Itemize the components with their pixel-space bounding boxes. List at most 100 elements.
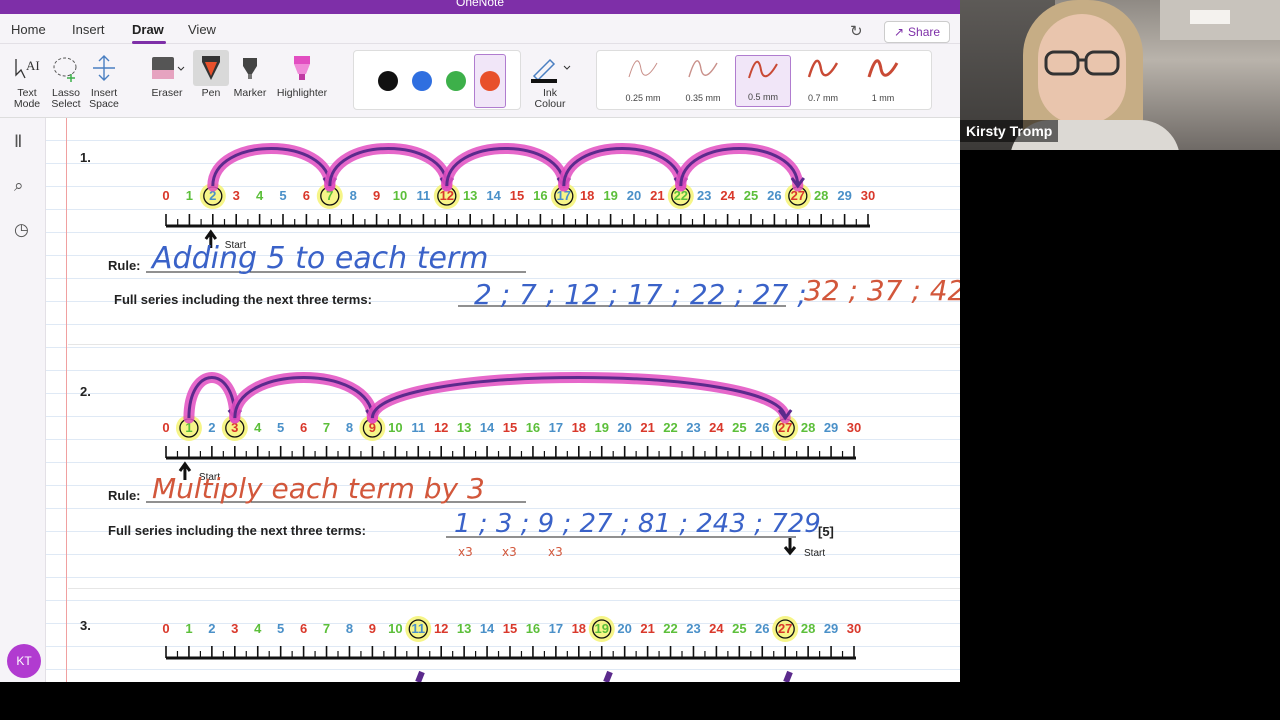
thickness-1[interactable]: 1 mm xyxy=(855,55,911,107)
multiplier-annotation: x3 xyxy=(458,545,473,559)
thickness-05[interactable]: 0.5 mm xyxy=(735,55,791,107)
svg-text:AI: AI xyxy=(26,58,40,73)
number-line-label: 19 xyxy=(603,188,617,203)
number-line-label: 28 xyxy=(801,420,815,435)
number-line-label: 10 xyxy=(393,188,407,203)
lasso-select-button[interactable]: Lasso Select xyxy=(47,50,85,110)
number-line-label: 20 xyxy=(627,188,641,203)
number-line-label: 24 xyxy=(720,188,735,203)
number-line-label: 23 xyxy=(686,621,700,636)
eraser-button[interactable]: Eraser xyxy=(144,50,190,99)
jump-arc-highlight xyxy=(675,143,804,192)
avatar-initials: KT xyxy=(16,654,32,668)
color-palette xyxy=(353,50,521,110)
number-line-label: 0 xyxy=(162,188,169,203)
insert-space-button[interactable]: Insert Space xyxy=(85,50,123,110)
jump-arc-highlight xyxy=(229,372,378,424)
pen-icon xyxy=(193,50,229,86)
number-line-label: 12 xyxy=(434,420,448,435)
note-page-canvas[interactable]: 1. 0 1 2 3 4 5 6 7 8 9 10 11 12 13 14 15 16 17 18 19 20 21 22 23… xyxy=(46,118,960,682)
number-line-label: 15 xyxy=(510,188,524,203)
number-line-label: 16 xyxy=(526,420,540,435)
number-line-label: 8 xyxy=(346,420,353,435)
thickness-035[interactable]: 0.35 mm xyxy=(675,55,731,107)
avatar[interactable]: KT xyxy=(7,644,41,678)
menu-draw[interactable]: Draw xyxy=(132,22,164,37)
highlighter-button[interactable]: Highlighter xyxy=(273,50,331,99)
number-line-label: 10 xyxy=(388,420,402,435)
color-green[interactable] xyxy=(446,71,466,91)
menu-insert[interactable]: Insert xyxy=(72,22,105,37)
number-line-label: 16 xyxy=(526,621,540,636)
number-line-label: 5 xyxy=(279,188,286,203)
color-orange[interactable] xyxy=(480,71,500,91)
number-line-label: 22 xyxy=(663,420,677,435)
menu-home[interactable]: Home xyxy=(11,22,46,37)
menu-view[interactable]: View xyxy=(188,22,216,37)
number-line-label: 18 xyxy=(572,420,586,435)
number-line-label: 14 xyxy=(486,188,501,203)
number-line-label: 4 xyxy=(256,188,264,203)
thickness-07[interactable]: 0.7 mm xyxy=(795,55,851,107)
number-line-label: 24 xyxy=(709,420,724,435)
number-line-label: 11 xyxy=(417,188,431,203)
stroke-preview-icon xyxy=(688,60,718,78)
number-line-label: 17 xyxy=(549,420,563,435)
eraser-label: Eraser xyxy=(151,87,183,99)
color-black[interactable] xyxy=(378,71,398,91)
number-line-label: 14 xyxy=(480,420,495,435)
series-label: Full series including the next three ter… xyxy=(108,523,366,538)
color-blue[interactable] xyxy=(412,71,432,91)
participant-glasses xyxy=(1044,50,1120,76)
number-line-label: 29 xyxy=(837,188,851,203)
number-line-label: 15 xyxy=(503,621,517,636)
thickness-025[interactable]: 0.25 mm xyxy=(615,55,671,107)
thickness-label: 1 mm xyxy=(871,93,895,103)
number-line-label: 9 xyxy=(373,188,380,203)
number-line-label: 21 xyxy=(650,188,664,203)
search-icon[interactable]: ⌕ xyxy=(14,176,24,196)
thickness-palette: 0.25 mm 0.35 mm 0.5 mm 0.7 mm 1 mm xyxy=(596,50,932,110)
number-line-label: 30 xyxy=(847,420,861,435)
question-number: 3. xyxy=(80,618,91,633)
worksheet-drawing: 1.0 1 2 3 4 5 6 7 8 9 10 11 12 13 14 15 16 17 18 19 20 21 22 23… xyxy=(80,143,960,682)
thickness-label: 0.5 mm xyxy=(747,92,778,102)
notebooks-icon[interactable]: Ⅱ xyxy=(14,132,22,152)
number-line-label: 26 xyxy=(767,188,781,203)
number-line-label: 29 xyxy=(824,621,838,636)
number-line-label: 5 xyxy=(277,420,284,435)
insert-space-label-2: Space xyxy=(89,98,119,110)
stroke-preview-icon xyxy=(748,60,778,79)
text-mode-button[interactable]: AI Text Mode xyxy=(8,50,46,110)
video-ceiling-light xyxy=(1190,10,1230,24)
lasso-label-2: Select xyxy=(51,98,81,110)
number-line-label: 2 xyxy=(208,420,215,435)
share-button[interactable]: ↗ Share xyxy=(884,21,950,43)
number-line-label: 12 xyxy=(434,621,448,636)
number-line-label: 5 xyxy=(277,621,284,636)
multiplier-annotation: x3 xyxy=(548,545,563,559)
jump-arc-fragment xyxy=(603,670,613,682)
number-line-label: 28 xyxy=(801,621,815,636)
participant-name: Kirsty Tromp xyxy=(960,120,1059,142)
marker-button[interactable]: Marker xyxy=(232,50,268,99)
recent-clock-icon[interactable]: ◷ xyxy=(14,220,29,240)
thickness-label: 0.35 mm xyxy=(685,93,721,103)
number-line-label: 2 xyxy=(208,621,215,636)
number-line-label: 30 xyxy=(861,188,875,203)
number-line-label: 18 xyxy=(572,621,586,636)
sync-icon[interactable]: ↻ xyxy=(850,22,863,40)
number-line-label: 7 xyxy=(323,420,330,435)
highlighter-label: Highlighter xyxy=(276,87,328,99)
ink-colour-icon xyxy=(527,50,573,86)
number-line-label: 24 xyxy=(709,621,724,636)
number-line-label: 20 xyxy=(617,420,631,435)
next-terms-handwriting: 32 ; 37 ; 42 xyxy=(804,274,960,307)
insert-space-icon xyxy=(85,50,123,86)
ink-colour-button[interactable]: Ink Colour xyxy=(527,50,573,110)
number-line-label: 15 xyxy=(503,420,517,435)
start-arrow xyxy=(783,538,797,556)
number-line-label: 19 xyxy=(594,621,608,636)
number-line-label: 27 xyxy=(778,621,792,636)
pen-button[interactable]: Pen xyxy=(193,50,229,99)
